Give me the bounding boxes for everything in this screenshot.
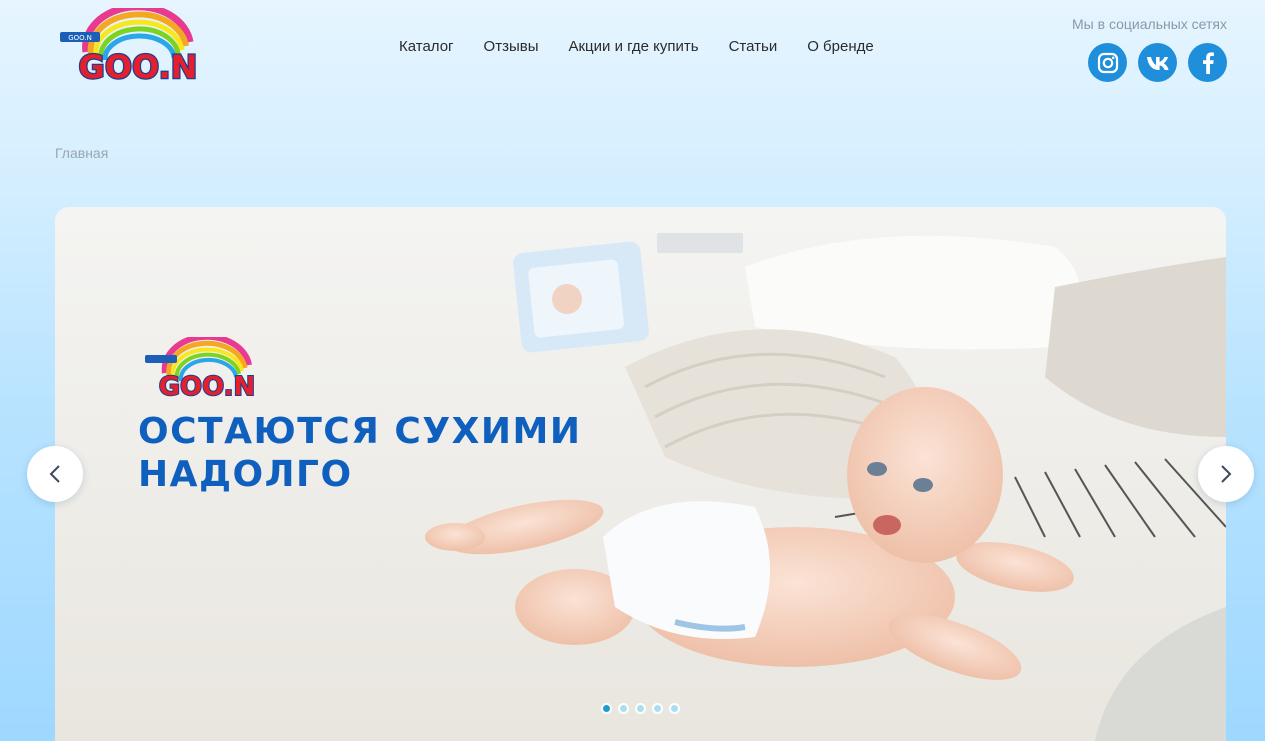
slider-next-button[interactable] <box>1198 446 1254 502</box>
slider-dot-4[interactable] <box>652 703 663 714</box>
chevron-right-icon <box>1221 465 1232 483</box>
vk-icon[interactable] <box>1138 43 1177 82</box>
slide-goon-logo: GOO.N <box>145 337 256 403</box>
slide-headline: ОСТАЮТСЯ СУХИМИ НАДОЛГО <box>138 411 582 495</box>
nav-item-promotions[interactable]: Акции и где купить <box>553 38 713 56</box>
slider-dot-5[interactable] <box>669 703 680 714</box>
slider-dot-3[interactable] <box>635 703 646 714</box>
main-nav: Каталог Отзывы Акции и где купить Статьи… <box>384 38 889 56</box>
goon-logo[interactable]: GOO.N GOO.N <box>58 8 218 90</box>
slider-prev-button[interactable] <box>27 446 83 502</box>
facebook-icon[interactable] <box>1188 43 1227 82</box>
nav-item-articles[interactable]: Статьи <box>714 38 793 56</box>
slider-dot-2[interactable] <box>618 703 629 714</box>
breadcrumb-home[interactable]: Главная <box>55 145 108 161</box>
slider-pagination <box>601 703 680 714</box>
svg-text:GOO.N: GOO.N <box>159 372 256 402</box>
instagram-icon[interactable] <box>1088 43 1127 82</box>
nav-item-about[interactable]: О бренде <box>792 38 889 56</box>
social-title: Мы в социальных сетях <box>1072 16 1227 32</box>
nav-item-catalog[interactable]: Каталог <box>384 38 469 56</box>
nav-item-reviews[interactable]: Отзывы <box>469 38 554 56</box>
slider-dot-1[interactable] <box>601 703 612 714</box>
chevron-left-icon <box>49 465 60 483</box>
hero-slider: GOO.N ОСТАЮТСЯ СУХИМИ НАДОЛГО <box>55 207 1226 741</box>
svg-text:GOO.N: GOO.N <box>79 48 198 86</box>
social-links <box>1088 43 1227 82</box>
svg-text:GOO.N: GOO.N <box>68 34 92 42</box>
